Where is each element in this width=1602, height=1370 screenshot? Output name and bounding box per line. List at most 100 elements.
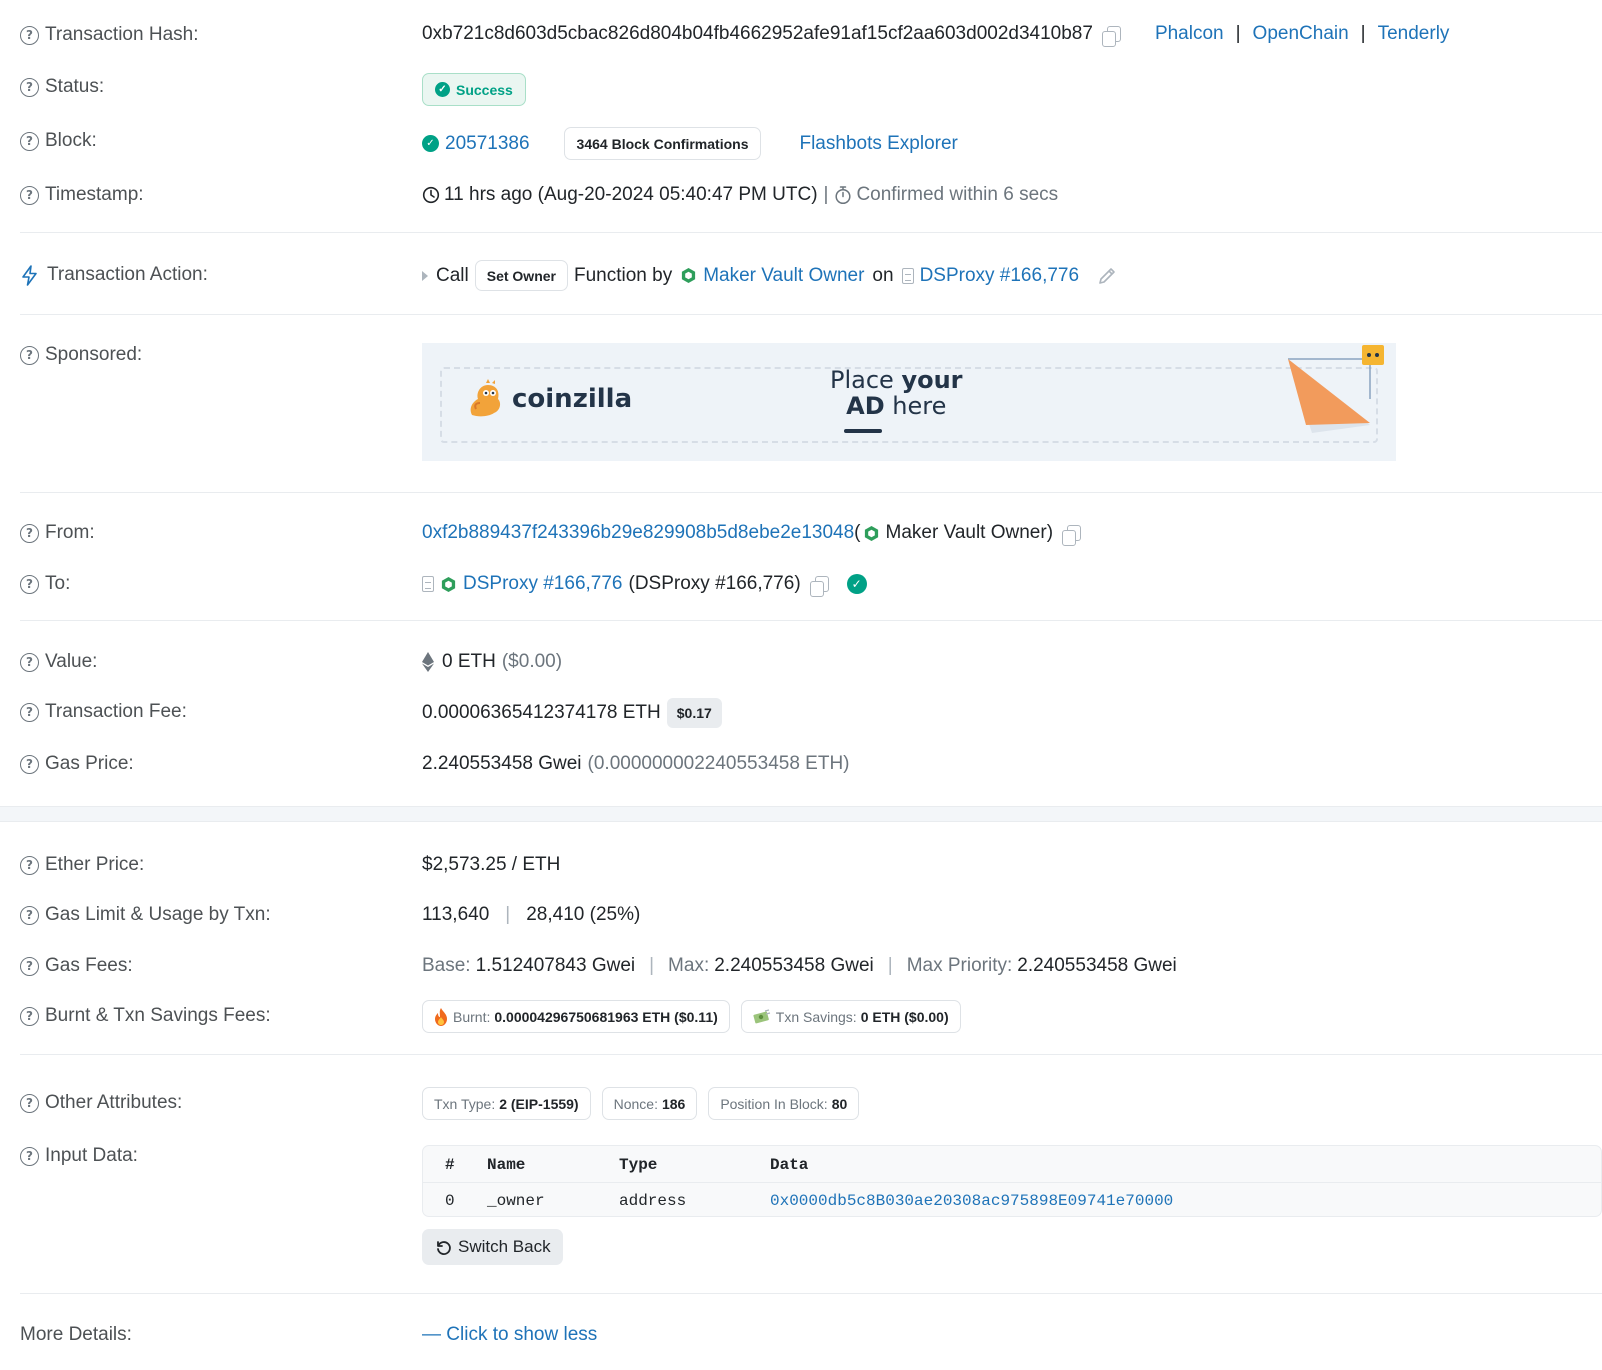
max-priority-value: 2.240553458 Gwei [1017, 955, 1177, 976]
pencil-icon[interactable] [1097, 266, 1117, 286]
lightning-icon [22, 264, 37, 286]
col-header-data: Data [770, 1156, 809, 1174]
timestamp-value-row: 11 hrs ago (Aug-20-2024 05:40:47 PM UTC)… [422, 184, 1058, 206]
check-circle-icon: ✓ [435, 82, 450, 97]
ethereum-icon [422, 652, 434, 672]
question-circle-icon[interactable]: ? [20, 702, 39, 722]
block-label-row: ? Block: [20, 130, 97, 152]
burnt-value-row: Burnt: 0.00004296750681963 ETH ($0.11) T… [422, 1000, 972, 1033]
coinzilla-logo: coinzilla [466, 379, 632, 419]
tx-hash-value-row: 0xb721c8d603d5cbac826d804b04fb4662952afe… [422, 23, 1450, 47]
question-circle-icon[interactable]: ? [20, 77, 39, 97]
dsproxy-link[interactable]: DSProxy #166,776 [920, 265, 1080, 287]
link-separator: | [1235, 23, 1241, 44]
from-address-link[interactable]: 0xf2b889437f243396b29e829908b5d8ebe2e130… [422, 522, 854, 544]
card-separator [0, 806, 1602, 822]
cell-data-address-link[interactable]: 0x0000db5c8B030ae20308ac975898E09741e700… [770, 1192, 1173, 1210]
to-contract-link[interactable]: DSProxy #166,776 [463, 573, 623, 595]
fee-usd-badge: $0.17 [666, 698, 722, 728]
copy-icon[interactable] [809, 576, 829, 597]
cell-type: address [619, 1192, 687, 1210]
burnt-fee-value: 0.00004296750681963 ETH ($0.11) [494, 1008, 718, 1025]
other-attributes-label-row: ? Other Attributes: [20, 1092, 182, 1114]
divider [20, 1293, 1602, 1294]
show-less-toggle[interactable]: — Click to show less [422, 1324, 597, 1346]
divider [20, 232, 1602, 233]
question-circle-icon[interactable]: ? [20, 956, 39, 976]
position-label: Position In Block: [720, 1095, 828, 1112]
burnt-label-row: ? Burnt & Txn Savings Fees: [20, 1005, 271, 1027]
tenderly-link[interactable]: Tenderly [1378, 23, 1450, 45]
question-circle-icon[interactable]: ? [20, 185, 39, 205]
paren-open: ( [854, 522, 861, 543]
nonce-badge: Nonce: 186 [601, 1087, 698, 1120]
question-circle-icon[interactable]: ? [20, 345, 39, 365]
hexagon-icon [682, 267, 696, 284]
ether-price-value: $2,573.25 / ETH [422, 854, 561, 875]
ether-price-label: Ether Price: [45, 854, 145, 875]
question-circle-icon[interactable]: ? [20, 855, 39, 875]
undo-icon [437, 1241, 451, 1255]
openchain-link[interactable]: OpenChain [1253, 23, 1349, 45]
question-circle-icon[interactable]: ? [20, 754, 39, 774]
input-data-label: Input Data: [45, 1145, 138, 1166]
gas-usage-value: 28,410 (25%) [526, 904, 641, 925]
link-separator: | [1360, 23, 1366, 44]
to-name: (DSProxy #166,776) [628, 573, 801, 594]
switch-back-button[interactable]: Switch Back [422, 1229, 563, 1265]
flashbots-explorer-link[interactable]: Flashbots Explorer [799, 133, 957, 155]
gas-price-label: Gas Price: [45, 753, 134, 774]
action-label-row: Transaction Action: [20, 264, 208, 286]
sponsored-label-row: ? Sponsored: [20, 344, 142, 366]
confirmed-within: Confirmed within 6 secs [856, 184, 1059, 205]
gas-price-gwei: 2.240553458 Gwei [422, 753, 582, 774]
hexagon-icon [864, 525, 878, 541]
question-circle-icon[interactable]: ? [20, 131, 39, 151]
txn-type-value: 2 (EIP-1559) [499, 1095, 579, 1112]
fee-value-row: 0.00006365412374178 ETH $0.17 [422, 698, 722, 728]
sponsored-ad-banner[interactable]: coinzilla Place your AD here [422, 343, 1396, 461]
input-data-table: # Name Type Data 0 _owner address 0x0000… [422, 1145, 1602, 1217]
dragon-mascot-icon [470, 379, 501, 417]
block-number-link[interactable]: 20571386 [445, 133, 530, 155]
money-icon [753, 1008, 770, 1023]
question-circle-icon[interactable]: ? [20, 574, 39, 594]
status-label-row: ? Status: [20, 76, 104, 98]
maker-vault-owner-link[interactable]: Maker Vault Owner [703, 265, 864, 287]
divider [20, 314, 1602, 315]
gas-limit-label-row: ? Gas Limit & Usage by Txn: [20, 904, 271, 926]
question-circle-icon[interactable]: ? [20, 1146, 39, 1166]
phalcon-link[interactable]: Phalcon [1155, 23, 1224, 45]
question-circle-icon[interactable]: ? [20, 25, 39, 45]
question-circle-icon[interactable]: ? [20, 1093, 39, 1113]
document-icon [422, 576, 434, 592]
status-value-row: ✓ Success [422, 73, 526, 106]
gas-fees-label-row: ? Gas Fees: [20, 955, 133, 977]
question-circle-icon[interactable]: ? [20, 905, 39, 925]
caret-right-icon[interactable] [422, 270, 428, 281]
gas-price-value-row: 2.240553458 Gwei (0.000000002240553458 E… [422, 753, 850, 775]
gas-fees-separator: | [887, 955, 893, 976]
from-value-row: 0xf2b889437f243396b29e829908b5d8ebe2e130… [422, 522, 1082, 546]
question-circle-icon[interactable]: ? [20, 523, 39, 543]
sponsored-label: Sponsored: [45, 344, 143, 365]
copy-icon[interactable] [1101, 26, 1121, 47]
value-label-row: ? Value: [20, 651, 97, 673]
max-priority-label: Max Priority: [906, 955, 1013, 976]
paren-close: ) [1046, 522, 1054, 543]
to-label-row: ? To: [20, 573, 70, 595]
timestamp-value: 11 hrs ago (Aug-20-2024 05:40:47 PM UTC) [444, 184, 818, 205]
fee-label-row: ? Transaction Fee: [20, 701, 187, 723]
copy-icon[interactable] [1062, 525, 1082, 546]
base-fee-value: 1.512407843 Gwei [475, 955, 636, 976]
gas-limit-label: Gas Limit & Usage by Txn: [45, 904, 271, 925]
status-text: Success [456, 81, 513, 98]
ad-headline: Place your AD here [830, 367, 963, 419]
status-label: Status: [45, 76, 105, 97]
method-badge: Set Owner [474, 260, 568, 291]
question-circle-icon[interactable]: ? [20, 652, 39, 672]
timestamp-label: Timestamp: [45, 184, 144, 205]
txn-savings-label: Txn Savings: [775, 1008, 857, 1025]
max-fee-value: 2.240553458 Gwei [714, 955, 874, 976]
question-circle-icon[interactable]: ? [20, 1006, 39, 1026]
